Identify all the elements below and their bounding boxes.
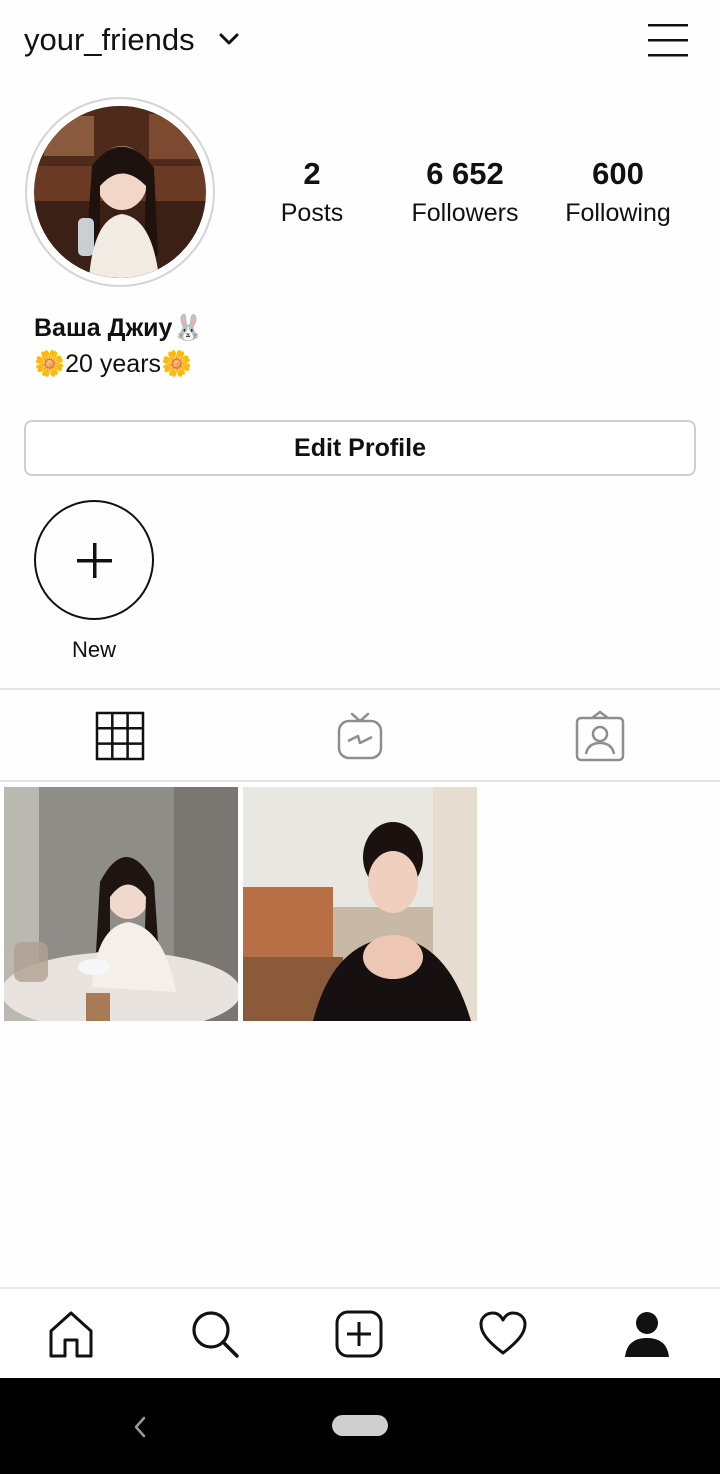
system-home-pill[interactable]: [332, 1415, 388, 1436]
username-switcher[interactable]: your_friends: [24, 20, 195, 60]
post-thumbnail[interactable]: [243, 787, 477, 1021]
stat-following[interactable]: 600 Following: [543, 155, 693, 230]
post-thumbnail[interactable]: [4, 787, 238, 1021]
stat-followers[interactable]: 6 652 Followers: [390, 155, 540, 230]
top-header: your_friends: [0, 0, 720, 84]
stat-following-count: 600: [592, 156, 644, 191]
bottom-nav: [0, 1287, 720, 1378]
hamburger-menu-icon[interactable]: [646, 22, 690, 58]
edit-profile-button[interactable]: Edit Profile: [24, 420, 696, 476]
tagged-user-icon[interactable]: [574, 710, 626, 762]
profile-tabs: [0, 688, 720, 782]
add-post-icon[interactable]: [334, 1309, 384, 1359]
igtv-icon[interactable]: [334, 710, 386, 762]
avatar[interactable]: [34, 106, 206, 278]
plus-icon: [77, 543, 112, 578]
heart-icon[interactable]: [478, 1309, 528, 1359]
new-highlight-label: New: [71, 637, 116, 662]
display-name: Ваша Джиу🐰: [34, 314, 204, 342]
stat-posts[interactable]: 2 Posts: [237, 155, 387, 230]
profile-icon[interactable]: [622, 1309, 672, 1359]
home-icon[interactable]: [46, 1309, 96, 1359]
stat-followers-label: Followers: [411, 199, 519, 227]
system-back-icon[interactable]: [130, 1414, 150, 1440]
chevron-down-icon[interactable]: [218, 30, 240, 48]
stat-posts-label: Posts: [280, 199, 344, 227]
search-icon[interactable]: [190, 1309, 240, 1359]
grid-icon[interactable]: [94, 710, 146, 762]
stat-following-label: Following: [565, 199, 671, 227]
stat-posts-count: 2: [303, 156, 321, 191]
new-highlight-button[interactable]: [34, 500, 154, 620]
bio-text: 🌼20 years🌼: [34, 350, 193, 378]
stat-followers-count: 6 652: [426, 156, 504, 191]
